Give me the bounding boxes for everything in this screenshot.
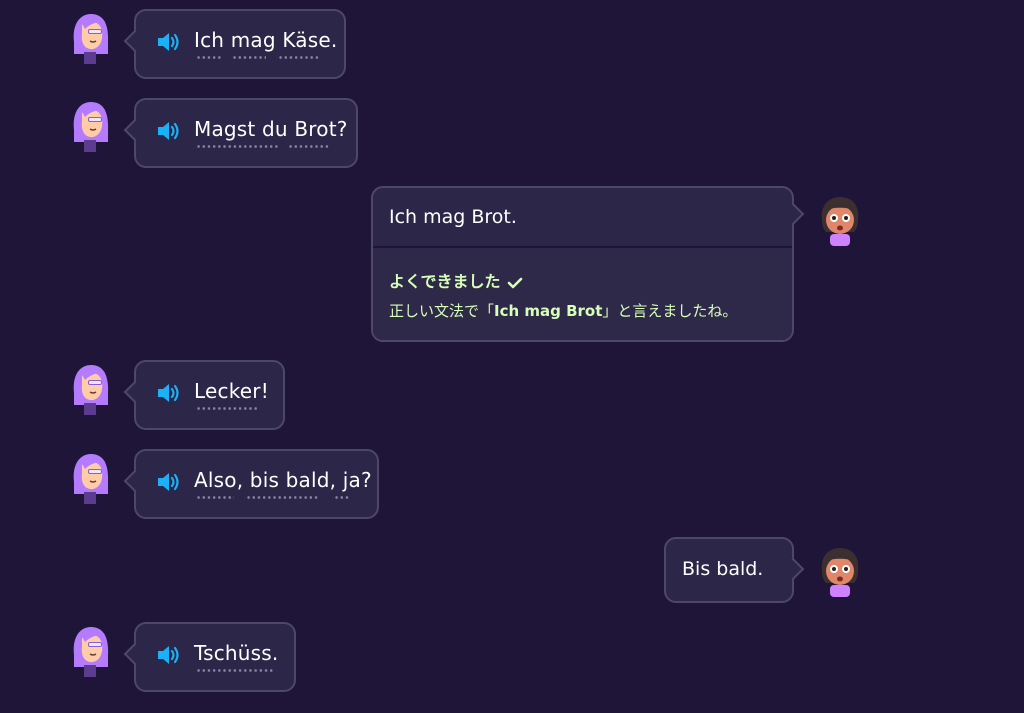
feedback-body-prefix: 正しい文法で「 xyxy=(389,302,495,320)
message-text: Tschüss. xyxy=(194,641,279,665)
speaker-icon[interactable] xyxy=(156,382,182,404)
feedback-body: 正しい文法で「Ich mag Brot」と言えましたね。 xyxy=(389,300,737,321)
message-bubble: Magst du Brot? xyxy=(123,98,358,168)
partner-avatar-icon xyxy=(68,452,112,504)
checkmark-icon xyxy=(507,277,522,288)
bubble-tail xyxy=(123,29,147,53)
bubble-tail xyxy=(781,202,805,226)
message-bubble: Lecker! xyxy=(123,360,285,430)
bubble-tail xyxy=(123,118,147,142)
partner-avatar-icon xyxy=(68,100,112,152)
feedback-panel: よくできました 正しい文法で「Ich mag Brot」と言えましたね。 xyxy=(373,246,792,340)
speaker-icon[interactable] xyxy=(156,31,182,53)
user-avatar-icon xyxy=(816,194,864,246)
feedback-body-suffix: 」と言えましたね。 xyxy=(602,302,738,320)
message-text: Lecker! xyxy=(194,379,269,403)
feedback-title: よくできました xyxy=(389,268,523,292)
message-text: Bis bald. xyxy=(682,558,764,580)
message-text: Ich mag Brot. xyxy=(389,206,517,228)
user-answer-bubble: Bis bald. xyxy=(664,537,805,603)
bubble-tail xyxy=(123,380,147,404)
message-text: Ich mag Käse. xyxy=(194,28,338,52)
message-bubble: Also, bis bald, ja? xyxy=(123,449,379,519)
user-answer-bubble: Ich mag Brot. よくできました 正しい文法で「Ich mag Bro… xyxy=(371,186,805,342)
bubble-tail xyxy=(781,557,805,581)
speaker-icon[interactable] xyxy=(156,120,182,142)
message-text: Magst du Brot? xyxy=(194,117,348,141)
speaker-icon[interactable] xyxy=(156,471,182,493)
user-avatar-icon xyxy=(816,545,864,597)
partner-avatar-icon xyxy=(68,363,112,415)
feedback-title-text: よくできました xyxy=(389,272,501,291)
message-bubble: Ich mag Käse. xyxy=(123,9,346,79)
message-bubble: Tschüss. xyxy=(123,622,296,692)
feedback-body-phrase: Ich mag Brot xyxy=(494,302,603,320)
partner-avatar-icon xyxy=(68,12,112,64)
partner-avatar-icon xyxy=(68,625,112,677)
bubble-tail xyxy=(123,469,147,493)
message-text: Also, bis bald, ja? xyxy=(194,468,372,492)
bubble-tail xyxy=(123,642,147,666)
speaker-icon[interactable] xyxy=(156,644,182,666)
